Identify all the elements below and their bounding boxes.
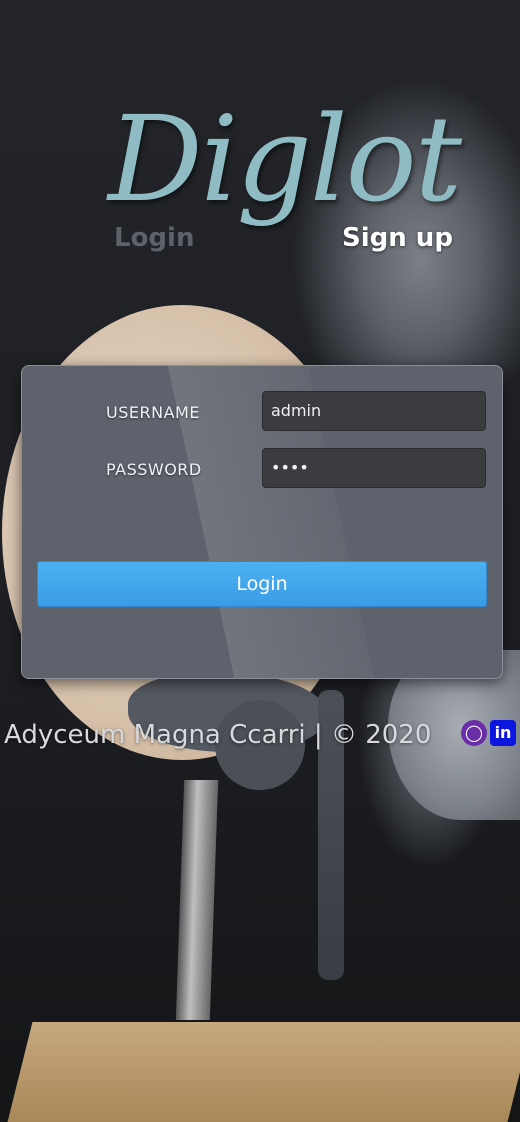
footer-copyright: Adyceum Magna Ccarri | © 2020: [4, 720, 432, 750]
tab-login[interactable]: Login: [114, 223, 194, 253]
github-icon[interactable]: ◯: [461, 720, 487, 746]
tab-signup[interactable]: Sign up: [342, 223, 453, 253]
password-input[interactable]: ••••: [262, 448, 486, 488]
background-wooden-base: [7, 1022, 520, 1122]
app-logo: Diglot: [108, 90, 462, 228]
linkedin-icon[interactable]: in: [490, 720, 516, 746]
login-button[interactable]: Login: [37, 561, 487, 607]
login-form-card: USERNAME admin PASSWORD •••• Login: [21, 365, 503, 679]
username-label: USERNAME: [106, 403, 200, 422]
username-input[interactable]: admin: [262, 391, 486, 431]
password-label: PASSWORD: [106, 460, 202, 479]
